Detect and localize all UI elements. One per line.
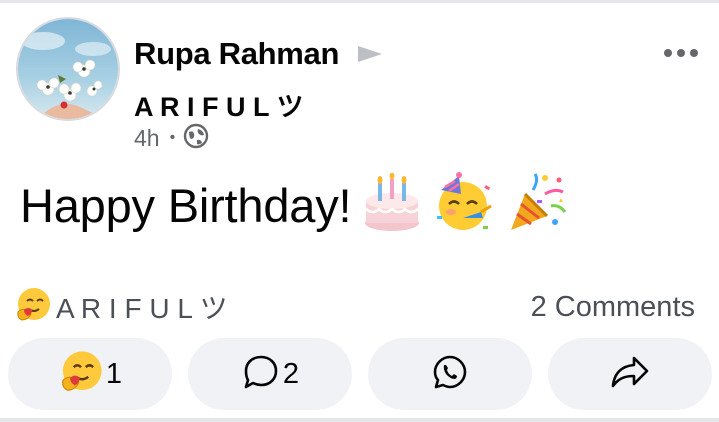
post-time[interactable]: 4h: [134, 125, 160, 152]
reactor-name: A R I F U L ツ: [56, 293, 228, 324]
comment-count: 2: [282, 357, 300, 390]
react-count: 1: [105, 357, 123, 390]
post-text: Happy Birthday!: [20, 178, 352, 232]
share-icon: [610, 354, 650, 395]
hug-emoji-icon: [58, 349, 104, 400]
more-dot-icon: [664, 49, 672, 57]
comment-icon: [241, 352, 281, 397]
globe-icon: [183, 123, 209, 154]
whatsapp-share-button[interactable]: [368, 338, 532, 410]
react-button[interactable]: 1: [8, 338, 172, 410]
more-options-button[interactable]: [655, 36, 707, 70]
more-dot-icon: [677, 49, 685, 57]
post-meta: 4h •: [134, 123, 209, 153]
reactions-summary[interactable]: A R I F U L ツ: [14, 286, 228, 329]
more-dot-icon: [690, 49, 698, 57]
whatsapp-icon: [431, 353, 469, 396]
comment-button[interactable]: 2: [188, 338, 352, 410]
hug-emoji-icon: [14, 286, 52, 329]
avatar[interactable]: [16, 17, 120, 121]
party-popper-icon: [507, 172, 569, 239]
bottom-divider: [0, 418, 719, 422]
meta-separator: •: [169, 129, 176, 146]
post-body: Happy Birthday!: [20, 170, 569, 240]
top-divider: [0, 0, 719, 3]
share-button[interactable]: [548, 338, 712, 410]
target-name[interactable]: A R I F U L ツ: [134, 85, 304, 124]
birthday-cake-icon: [363, 172, 421, 238]
comments-count-link[interactable]: 2 Comments: [531, 288, 695, 326]
avatar-image: [18, 19, 118, 119]
shared-to-arrow-icon: [356, 44, 384, 69]
author-name[interactable]: Rupa Rahman: [134, 36, 339, 72]
partying-face-icon: [433, 171, 495, 239]
